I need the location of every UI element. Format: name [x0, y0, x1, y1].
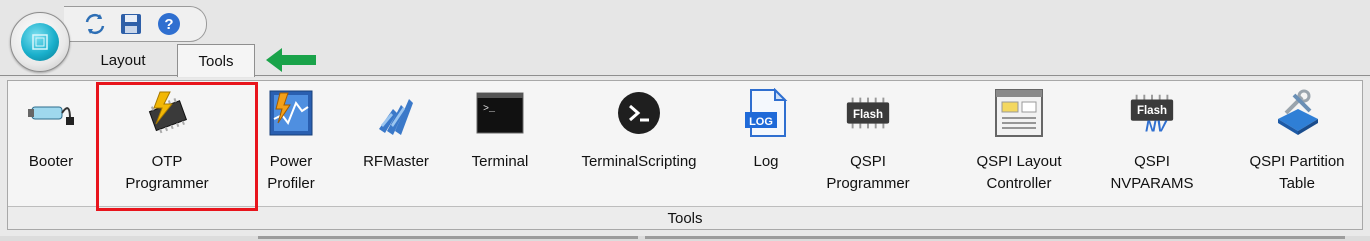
tool-qspi-partition-table-label: QSPI Partition Table — [1249, 153, 1345, 192]
flash-nv-icon: Flash NV — [1127, 89, 1177, 137]
tool-terminal-scripting[interactable]: TerminalScripting — [568, 89, 710, 199]
tool-terminal[interactable]: >_ Terminal — [456, 89, 544, 199]
bottom-scrollbar-segment — [258, 236, 638, 239]
tool-qspi-programmer[interactable]: Flash QSPI Programmer — [818, 89, 918, 199]
save-icon[interactable] — [118, 11, 144, 37]
tab-layout[interactable]: Layout — [84, 45, 162, 75]
power-profiler-icon — [266, 89, 316, 137]
partition-tools-icon — [1272, 89, 1322, 137]
tool-qspi-partition-table[interactable]: QSPI Partition Table — [1238, 89, 1356, 199]
application-button[interactable] — [10, 12, 70, 72]
flash-chip-icon: Flash — [843, 89, 893, 137]
booter-cable-icon — [26, 89, 76, 137]
flash-nv-icon-text: Flash — [1137, 105, 1167, 117]
log-icon-text: LOG — [749, 116, 773, 128]
tab-layout-label: Layout — [100, 51, 146, 69]
bottom-scrollbar-segment — [645, 236, 1345, 239]
tool-terminal-label: Terminal — [471, 153, 529, 170]
tool-qspi-layout-controller-label: QSPI Layout Controller — [976, 153, 1062, 192]
app-logo-icon — [21, 23, 59, 61]
tab-tools-label: Tools — [198, 52, 234, 70]
tool-power-profiler[interactable]: Power Profiler — [260, 89, 322, 199]
tool-rfmaster-label: RFMaster — [363, 153, 429, 170]
tab-tools[interactable]: Tools — [177, 44, 255, 77]
tool-booter[interactable]: Booter — [18, 89, 84, 199]
tool-log[interactable]: LOG Log — [734, 88, 798, 199]
log-file-icon: LOG — [741, 88, 791, 137]
tool-rfmaster[interactable]: RFMaster — [352, 89, 440, 199]
flash-icon-text: Flash — [853, 109, 883, 121]
tool-power-profiler-label: Power Profiler — [267, 153, 315, 192]
tool-qspi-programmer-label: QSPI Programmer — [826, 153, 910, 192]
tool-terminal-scripting-label: TerminalScripting — [581, 153, 697, 170]
terminal-window-icon: >_ — [475, 89, 525, 137]
terminal-circle-icon — [614, 89, 664, 137]
quick-access-toolbar: ? — [64, 6, 207, 42]
help-icon[interactable]: ? — [156, 11, 182, 37]
tool-log-label: Log — [753, 153, 779, 170]
group-label: Tools — [667, 209, 703, 227]
layout-window-icon — [994, 89, 1044, 137]
nv-icon-text: NV — [1145, 118, 1168, 135]
refresh-icon[interactable] — [82, 11, 108, 37]
tool-qspi-nvparams[interactable]: Flash NV QSPI NVPARAMS — [1100, 89, 1204, 199]
tool-booter-label: Booter — [28, 153, 74, 170]
rf-waves-icon — [371, 89, 421, 137]
arrow-left-icon — [266, 48, 316, 72]
highlight-box — [96, 82, 258, 211]
tool-qspi-layout-controller[interactable]: QSPI Layout Controller — [964, 89, 1074, 199]
svg-text:>_: >_ — [483, 104, 496, 115]
tool-qspi-nvparams-label: QSPI NVPARAMS — [1110, 153, 1194, 192]
svg-text:?: ? — [164, 16, 173, 33]
